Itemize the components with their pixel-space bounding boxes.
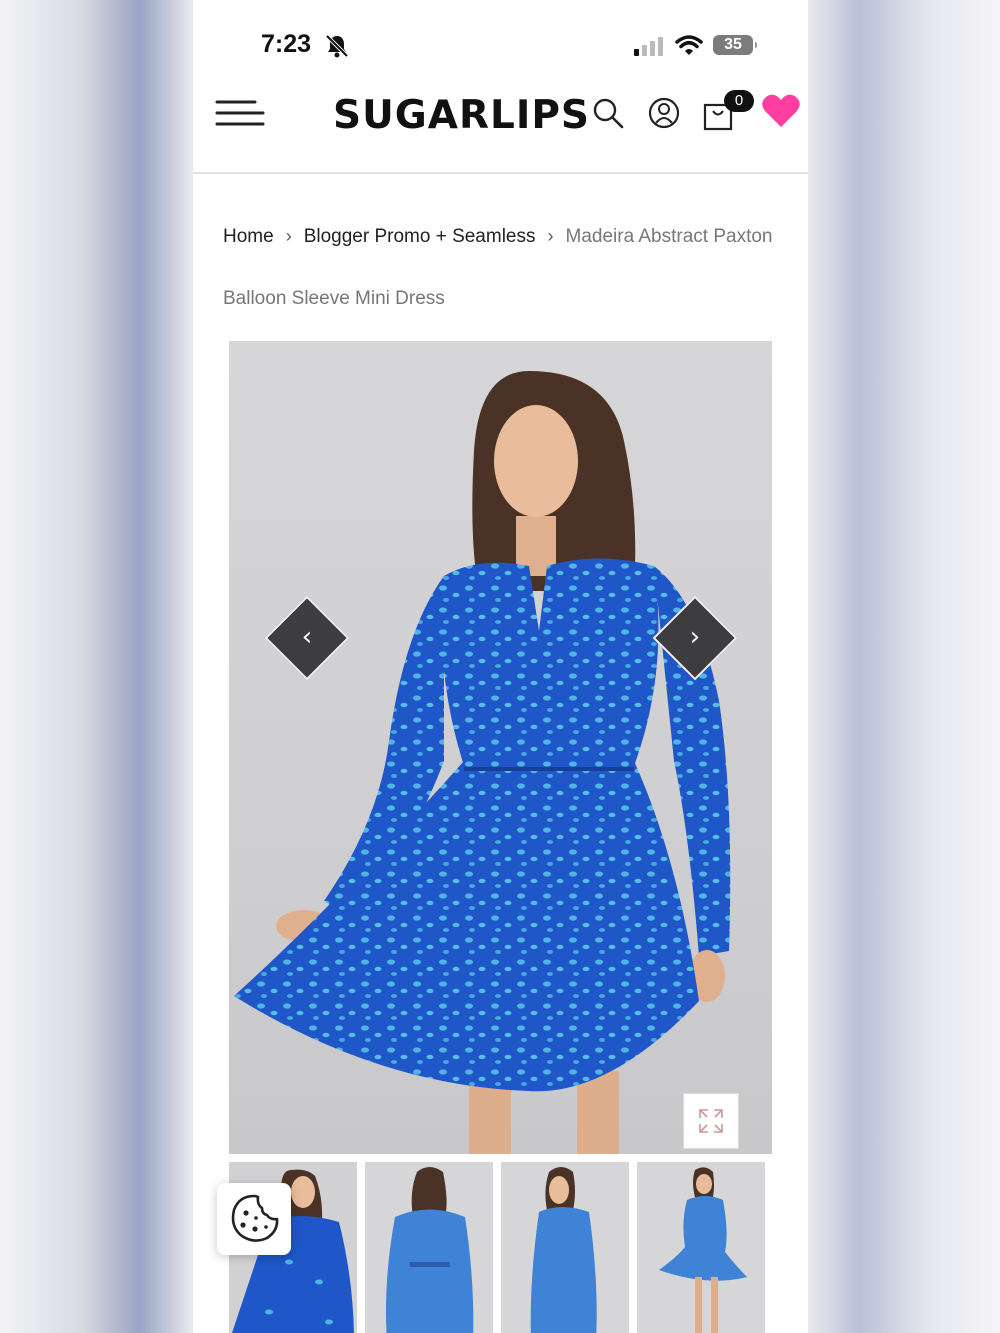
breadcrumb-home[interactable]: Home (223, 226, 274, 247)
account-icon[interactable] (647, 96, 681, 130)
heart-icon[interactable] (761, 92, 801, 130)
chevron-right-icon: › (689, 622, 701, 652)
thumbnail-strip (229, 1162, 774, 1333)
product-photo (234, 371, 731, 1154)
phone-screen: 7:23 35 SUGARLIPS 0 Home › Blogger Promo… (193, 0, 808, 1333)
wifi-icon (675, 35, 703, 55)
battery-icon: 35 (713, 35, 757, 55)
chevron-left-icon: ‹ (301, 622, 313, 652)
product-image-gallery[interactable]: ‹ › (229, 341, 772, 1154)
status-time: 7:23 (261, 30, 312, 58)
site-logo[interactable]: SUGARLIPS (333, 93, 590, 138)
thumbnail-2[interactable] (365, 1162, 493, 1333)
breadcrumb: Home › Blogger Promo + Seamless › Madeira Ab… (223, 205, 793, 330)
site-header: SUGARLIPS 0 (193, 80, 808, 174)
breadcrumb-collection[interactable]: Blogger Promo + Seamless (304, 226, 536, 247)
search-icon[interactable] (591, 96, 625, 130)
breadcrumb-separator: › (547, 226, 554, 246)
menu-icon[interactable] (215, 98, 265, 132)
thumbnail-3[interactable] (501, 1162, 629, 1333)
cart-count-badge: 0 (724, 90, 754, 112)
signal-icon (634, 37, 663, 56)
breadcrumb-separator: › (285, 226, 292, 246)
thumbnail-4[interactable] (637, 1162, 765, 1333)
expand-icon[interactable] (683, 1093, 739, 1149)
cookie-icon[interactable] (217, 1183, 291, 1255)
bell-slash-icon (325, 34, 349, 58)
